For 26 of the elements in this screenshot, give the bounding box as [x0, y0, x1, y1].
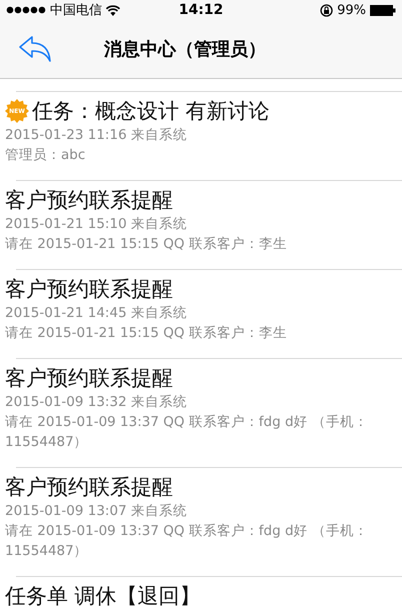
- reply-arrow-icon: [18, 35, 52, 63]
- message-title[interactable]: 客户预约联系提醒: [5, 275, 173, 303]
- message-title[interactable]: 任务：概念设计 有新讨论: [32, 97, 270, 125]
- message-meta: 2015-01-21 15:10 来自系统: [5, 215, 188, 234]
- message-body: 请在 2015-01-09 13:37 QQ 联系客户：fdg d好 （手机：11554487）: [5, 522, 369, 561]
- message-title[interactable]: 客户预约联系提醒: [5, 364, 173, 392]
- message-meta: 2015-01-21 14:45 来自系统: [5, 304, 188, 323]
- message-body: 请在 2015-01-21 15:15 QQ 联系客户：李生: [5, 324, 288, 343]
- rotation-lock-icon: [320, 4, 334, 16]
- message-meta: 2015-01-23 11:16 来自系统: [5, 126, 188, 145]
- message-body: 请在 2015-01-09 13:37 QQ 联系客户：fdg d好 （手机：11554487）: [5, 413, 369, 452]
- message-title[interactable]: 客户预约联系提醒: [5, 473, 173, 501]
- message-title[interactable]: 任务单 调休【退回】: [5, 582, 201, 606]
- signal-icon: [6, 6, 46, 14]
- carrier-name: 中国电信: [50, 2, 102, 19]
- battery-percent: 99%: [337, 2, 366, 18]
- message-meta: 2015-01-09 13:32 来自系统: [5, 393, 188, 412]
- back-button[interactable]: [18, 35, 52, 63]
- wifi-icon: [106, 4, 120, 16]
- status-time: 14:12: [178, 2, 224, 18]
- message-body: 管理员：abc: [5, 146, 86, 165]
- battery-icon: [370, 4, 396, 16]
- message-title[interactable]: 客户预约联系提醒: [5, 186, 173, 214]
- message-meta: 2015-01-09 13:07 来自系统: [5, 502, 188, 521]
- message-body: 请在 2015-01-21 15:15 QQ 联系客户：李生: [5, 235, 288, 254]
- page-title: 消息中心（管理员）: [104, 38, 266, 61]
